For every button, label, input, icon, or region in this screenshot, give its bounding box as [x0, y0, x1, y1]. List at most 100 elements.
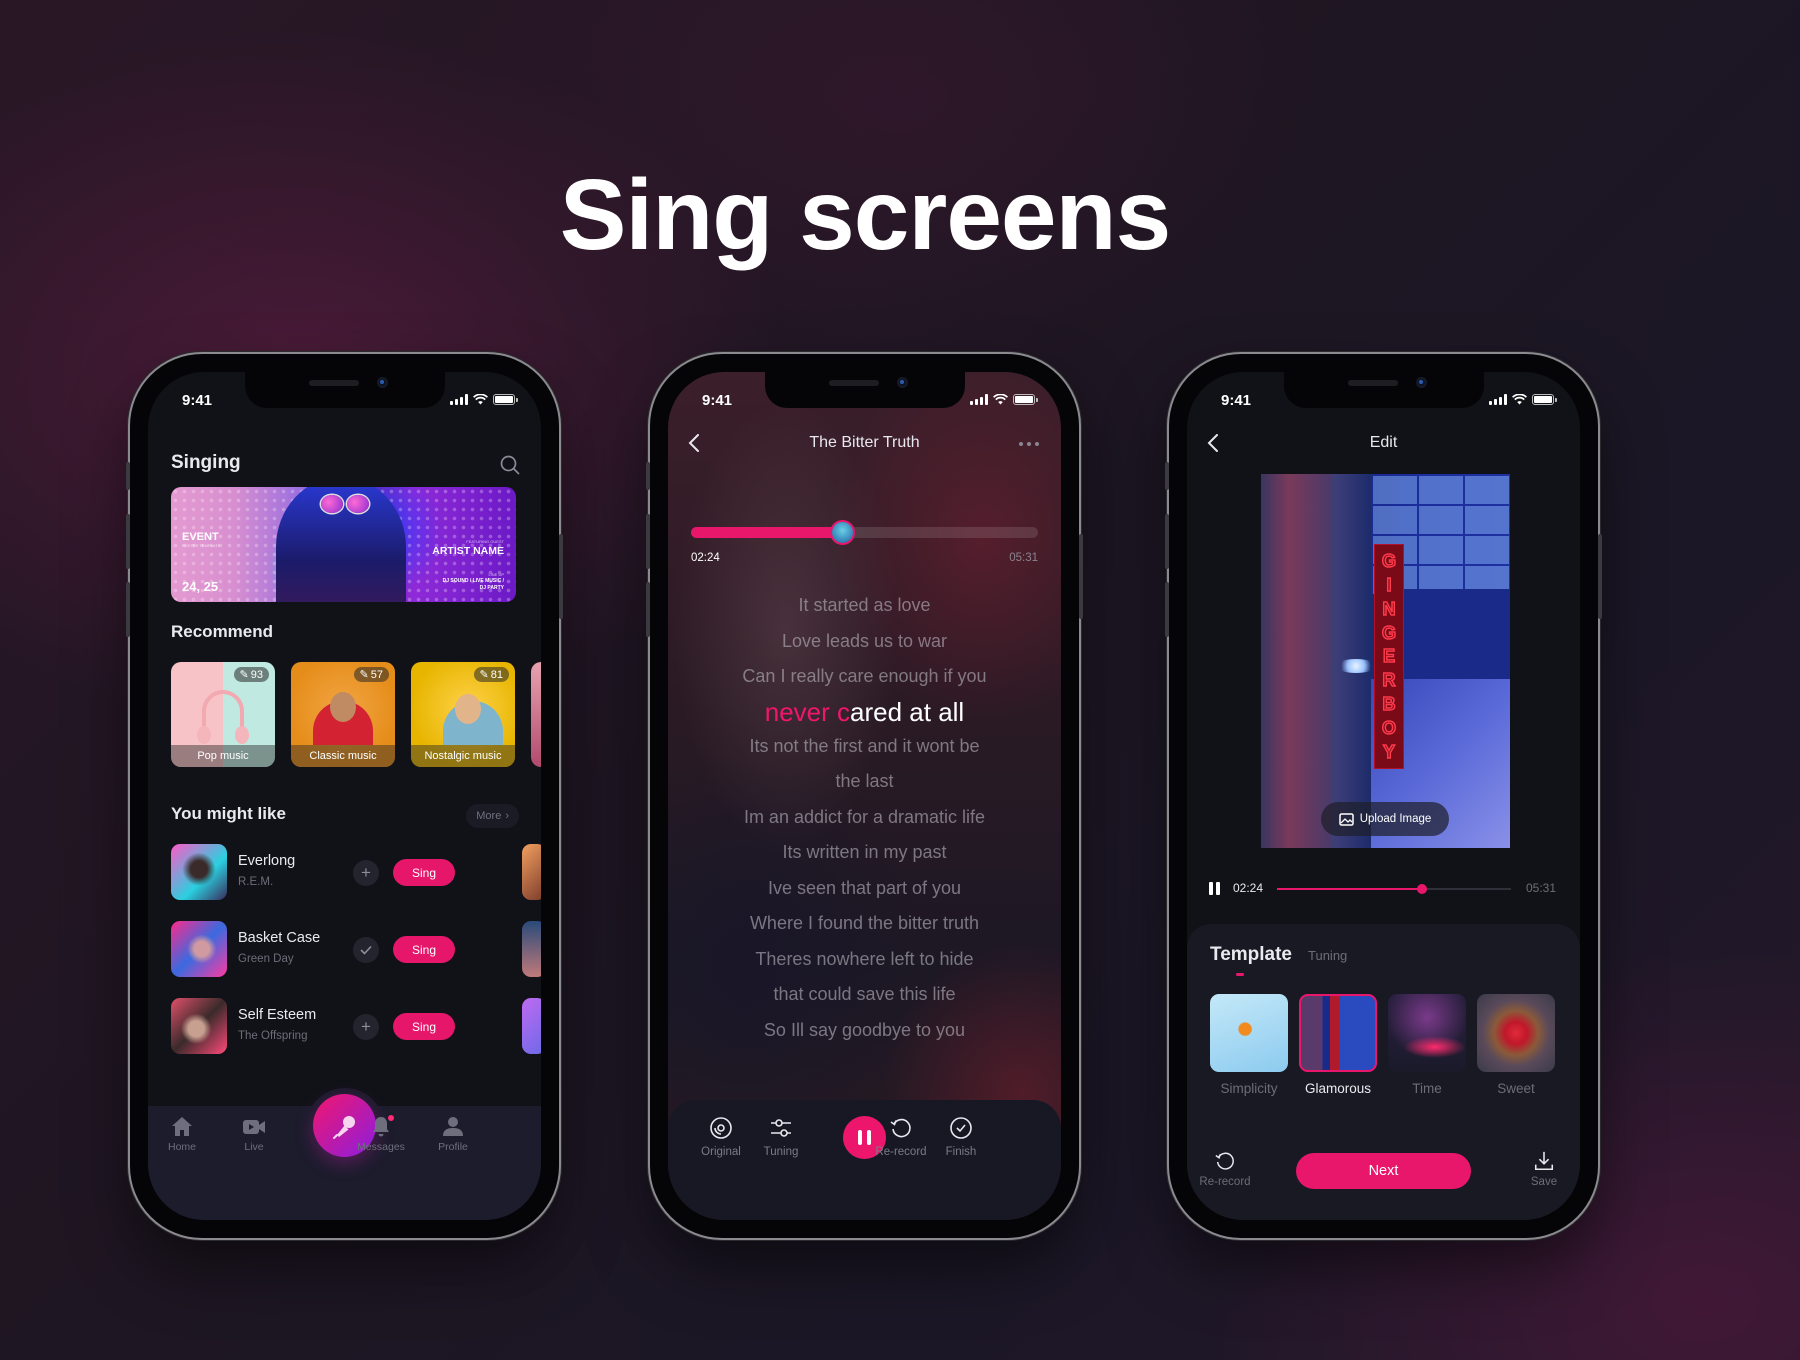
song-progress-bar[interactable]	[691, 520, 1038, 545]
you-might-like-heading: You might like	[171, 804, 286, 823]
save-button[interactable]: Save	[1514, 1150, 1574, 1188]
tuning-button[interactable]: Tuning	[751, 1116, 811, 1158]
song-title: Everlong	[238, 853, 296, 869]
lyric-line: Ive seen that part of you	[767, 877, 962, 898]
pause-button[interactable]	[1209, 882, 1221, 895]
search-icon[interactable]	[499, 454, 521, 476]
nav-item-profile[interactable]: Profile	[423, 1116, 483, 1153]
cellular-signal-icon	[970, 394, 988, 405]
template-item[interactable]: Sweet	[1477, 994, 1555, 1096]
song-thumbnail	[171, 921, 227, 977]
battery-icon	[1013, 394, 1038, 405]
song-row[interactable]: Everlong R.E.M. + Sing	[171, 844, 471, 900]
cellular-signal-icon	[1489, 394, 1507, 405]
tab-template[interactable]: Template	[1210, 944, 1292, 976]
next-button[interactable]: Next	[1296, 1153, 1471, 1189]
screen-title: Singing	[171, 452, 241, 473]
template-list: Simplicity Glamorous Time Sweet	[1210, 994, 1555, 1096]
upload-image-button[interactable]: Upload Image	[1321, 802, 1449, 836]
song-thumbnail-partial	[522, 844, 541, 900]
lyrics-panel: It started as love Love leads us to war …	[668, 588, 1061, 1048]
lyric-line: that could save this life	[773, 984, 956, 1004]
neon-sign-letter: I	[1386, 574, 1393, 595]
disc-icon	[710, 1117, 732, 1139]
header: The Bitter Truth	[668, 428, 1061, 458]
neon-sign-letter: O	[1381, 718, 1397, 739]
song-title: The Bitter Truth	[809, 434, 920, 451]
template-item[interactable]: Time	[1388, 994, 1466, 1096]
wifi-icon	[993, 394, 1008, 405]
banner-featuring: FEATURING GUEST	[466, 539, 504, 544]
rerecord-button[interactable]: Re-record	[1195, 1150, 1255, 1188]
lyric-line: Can I really care enough if you	[742, 666, 987, 686]
header: Edit	[1187, 428, 1580, 458]
lyric-line: Love leads us to war	[781, 630, 948, 651]
lyric-line: Its not the first and it wont be	[749, 735, 980, 756]
recommend-card[interactable]: ✎ 93 Pop music	[171, 662, 275, 767]
banner-artist: ARTIST NAME	[432, 545, 504, 557]
song-artist: The Offspring	[238, 1030, 308, 1042]
more-button[interactable]: More ›	[466, 804, 519, 828]
elapsed-time: 02:24	[1233, 881, 1264, 895]
rerecord-button[interactable]: Re-record	[871, 1116, 931, 1158]
add-icon[interactable]: +	[353, 860, 379, 886]
lyric-line: Its written in my past	[782, 842, 947, 862]
lyric-line: Where I found the bitter truth	[749, 913, 980, 933]
screen: 9:41 Edit GINGERBOY Upload Image 02:24 0…	[1187, 372, 1580, 1220]
recommend-card[interactable]: ✎ 81 Nostalgic music	[411, 662, 515, 767]
recommend-list: ✎ 93 Pop music ✎ 57 Classic music ✎ 81 Nost…	[171, 662, 541, 767]
song-artist: R.E.M.	[238, 876, 274, 888]
more-options-icon[interactable]	[1019, 442, 1039, 446]
song-row[interactable]: Basket Case Green Day Sing	[171, 921, 471, 977]
check-circle-icon	[950, 1117, 972, 1139]
playback-slider[interactable]	[1277, 884, 1511, 894]
cover-image[interactable]: GINGERBOY	[1261, 474, 1510, 848]
sing-button[interactable]: Sing	[393, 859, 455, 886]
lyric-line: It started as love	[798, 595, 931, 615]
event-banner[interactable]: EVENT POSTER TEMPLATE 24, 25 FEATURING G…	[171, 487, 516, 602]
sing-button[interactable]: Sing	[393, 1013, 455, 1040]
battery-icon	[493, 394, 518, 405]
song-row[interactable]: Self Esteem The Offspring + Sing	[171, 998, 471, 1054]
sing-button[interactable]: Sing	[393, 936, 455, 963]
recommend-heading: Recommend	[171, 622, 274, 641]
pause-icon	[1209, 882, 1213, 895]
cellular-signal-icon	[450, 394, 468, 405]
template-item-selected[interactable]: Glamorous	[1299, 994, 1377, 1096]
neon-sign-letter: N	[1382, 598, 1397, 619]
neon-sign-letter: G	[1381, 622, 1397, 643]
recommend-card-label: Nostalgic music	[411, 745, 515, 767]
tab-tuning[interactable]: Tuning	[1308, 948, 1347, 963]
banner-lineup: LINE UP DJ SOUND / LIVE MUSIC / DJ PARTY	[442, 572, 504, 592]
image-icon	[1338, 812, 1354, 826]
banner-event-title: EVENT	[182, 531, 219, 543]
neon-sign-letter: B	[1382, 694, 1397, 715]
original-button[interactable]: Original	[691, 1116, 751, 1158]
rerecord-icon	[890, 1118, 911, 1138]
nav-item-live[interactable]: Live	[224, 1116, 284, 1153]
home-icon	[172, 1117, 192, 1136]
lyric-line: Theres nowhere left to hide	[755, 948, 974, 969]
nav-item-messages[interactable]: Messages	[351, 1115, 411, 1153]
wifi-icon	[1512, 394, 1527, 405]
control-bar: Original Tuning Re-record Finish	[668, 1100, 1061, 1220]
neon-sign-letter: Y	[1382, 741, 1396, 762]
recommend-card-partial[interactable]	[531, 662, 541, 767]
song-thumbnail	[171, 844, 227, 900]
song-thumbnail-partial	[522, 921, 541, 977]
user-icon	[443, 1117, 463, 1136]
finish-button[interactable]: Finish	[931, 1116, 991, 1158]
nav-item-home[interactable]: Home	[152, 1116, 212, 1153]
add-icon[interactable]: +	[353, 1014, 379, 1040]
status-bar: 9:41	[1187, 372, 1580, 412]
check-icon[interactable]	[353, 937, 379, 963]
recommend-card[interactable]: ✎ 57 Classic music	[291, 662, 395, 767]
progress-thumb-avatar[interactable]	[829, 520, 855, 545]
mic-icon: ✎	[359, 669, 369, 681]
lyric-line: Im an addict for a dramatic life	[743, 806, 986, 827]
page-title: Sing screens	[559, 159, 1172, 271]
phone-lyrics: 9:41 The Bitter Truth 02:24 05:31 It sta…	[646, 354, 1083, 1238]
template-item[interactable]: Simplicity	[1210, 994, 1288, 1096]
neon-sign-letter: G	[1381, 550, 1397, 571]
rerecord-icon	[1215, 1152, 1234, 1170]
